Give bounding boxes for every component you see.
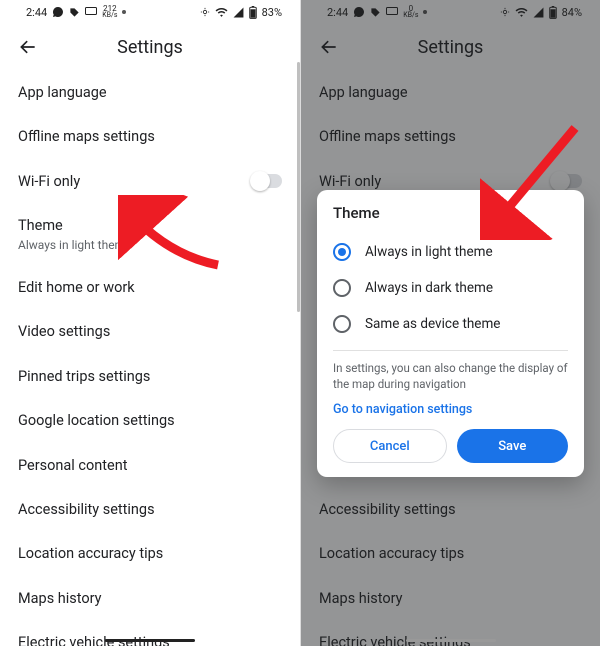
divider <box>333 350 568 351</box>
option-label: Same as device theme <box>365 316 500 332</box>
radio-icon <box>333 243 351 261</box>
item-label: Maps history <box>18 590 102 607</box>
settings-item-pinned-trips-settings[interactable]: Pinned trips settings <box>18 354 282 398</box>
gesture-bar[interactable] <box>105 639 195 642</box>
settings-item-video-settings[interactable]: Video settings <box>18 309 282 353</box>
battery-icon <box>249 6 257 19</box>
tag-icon <box>69 7 80 18</box>
phone-left: 2:44 212KB/s 83% <box>0 0 300 646</box>
whatsapp-icon <box>52 6 64 18</box>
settings-item-offline-maps-settings[interactable]: Offline maps settings <box>18 114 282 158</box>
settings-item-accessibility-settings[interactable]: Accessibility settings <box>18 487 282 531</box>
gesture-bar[interactable] <box>406 639 496 642</box>
nav-settings-link[interactable]: Go to navigation settings <box>333 402 568 417</box>
status-bar: 2:44 212KB/s 83% <box>0 0 300 24</box>
radio-icon <box>333 279 351 297</box>
overflow-dot-icon <box>122 10 126 14</box>
option-label: Always in dark theme <box>365 280 493 296</box>
item-label: Theme <box>18 217 63 234</box>
settings-item-personal-content[interactable]: Personal content <box>18 443 282 487</box>
signal-icon <box>233 7 244 18</box>
item-label: Location accuracy tips <box>18 545 163 562</box>
save-button[interactable]: Save <box>457 429 569 463</box>
option-label: Always in light theme <box>365 244 493 260</box>
status-time: 2:44 <box>26 6 47 19</box>
item-label: App language <box>18 84 107 101</box>
phone-right: 2:44 0KB/s 84% Settings App languageOffl… <box>300 0 600 646</box>
wifi-icon <box>215 7 228 17</box>
theme-option-always-in-light-theme[interactable]: Always in light theme <box>333 234 568 270</box>
theme-option-same-as-device-theme[interactable]: Same as device theme <box>333 306 568 342</box>
settings-item-app-language[interactable]: App language <box>18 70 282 114</box>
item-label: Offline maps settings <box>18 128 155 145</box>
theme-option-always-in-dark-theme[interactable]: Always in dark theme <box>333 270 568 306</box>
page-title: Settings <box>117 37 183 58</box>
toggle-switch[interactable] <box>252 174 282 188</box>
settings-item-google-location-settings[interactable]: Google location settings <box>18 398 282 442</box>
item-label: Accessibility settings <box>18 501 155 518</box>
cast-icon <box>85 7 97 17</box>
settings-item-theme[interactable]: Theme Always in light theme <box>18 203 282 265</box>
dialog-title: Theme <box>333 204 568 222</box>
back-button[interactable] <box>14 33 42 61</box>
theme-dialog: Theme Always in light theme Always in dar… <box>317 190 584 477</box>
dialog-note: In settings, you can also change the dis… <box>333 361 568 392</box>
location-icon <box>200 6 210 18</box>
net-speed-icon: 212KB/s <box>102 5 117 19</box>
app-header: Settings <box>0 24 300 70</box>
item-label: Personal content <box>18 457 127 474</box>
battery-text: 83% <box>262 6 282 19</box>
settings-item-edit-home-or-work[interactable]: Edit home or work <box>18 265 282 309</box>
settings-item-maps-history[interactable]: Maps history <box>18 576 282 620</box>
item-label: Video settings <box>18 323 110 340</box>
settings-item-wi-fi-only[interactable]: Wi-Fi only <box>18 159 282 203</box>
item-label: Google location settings <box>18 412 175 429</box>
item-subtext: Always in light theme <box>18 238 282 252</box>
settings-item-electric-vehicle-settings[interactable]: Electric vehicle settings <box>18 620 282 646</box>
settings-list: App language Offline maps settings Wi-Fi o… <box>0 70 300 646</box>
item-label: Wi-Fi only <box>18 173 80 190</box>
radio-icon <box>333 315 351 333</box>
cancel-button[interactable]: Cancel <box>333 429 447 463</box>
item-label: Pinned trips settings <box>18 368 150 385</box>
settings-item-location-accuracy-tips[interactable]: Location accuracy tips <box>18 531 282 575</box>
item-label: Edit home or work <box>18 279 135 296</box>
